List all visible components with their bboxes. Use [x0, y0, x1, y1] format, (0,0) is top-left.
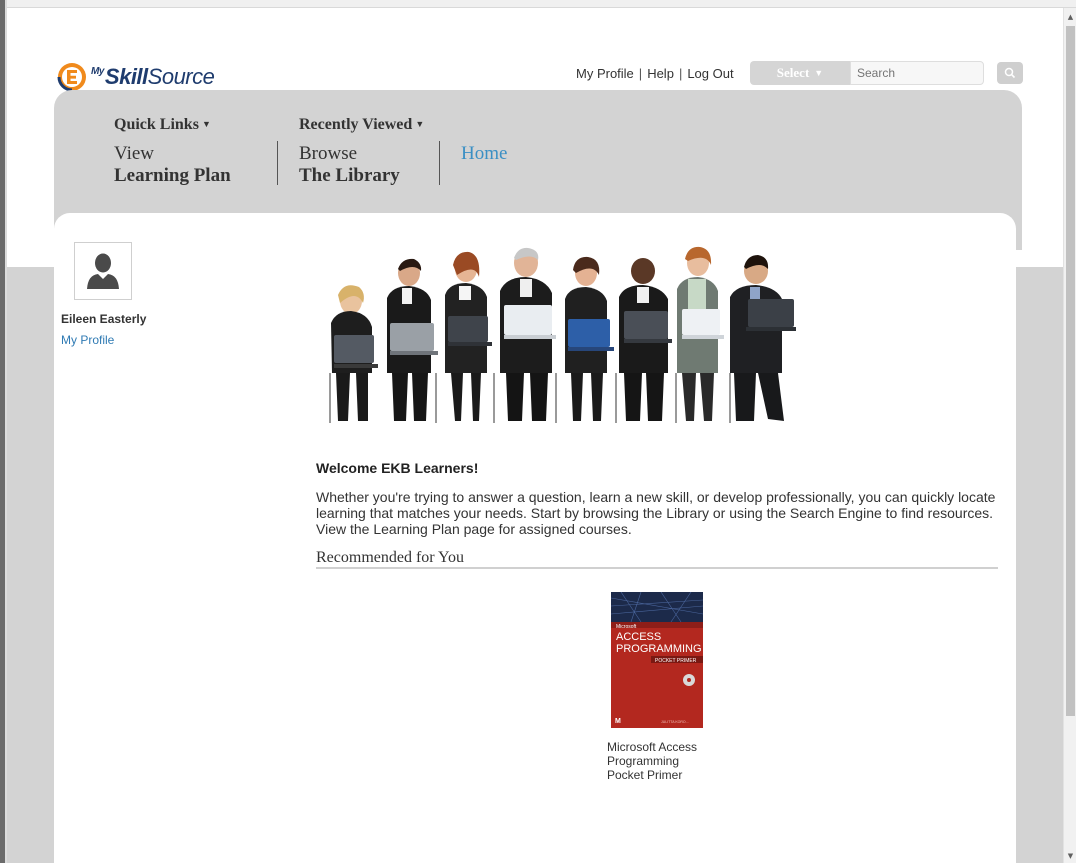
nav-view-learning-plan[interactable]: View Learning Plan	[114, 143, 231, 187]
caret-down-icon: ▼	[415, 119, 425, 129]
user-silhouette-icon	[87, 253, 119, 289]
book-cover[interactable]: Microsoft ACCESS PROGRAMMING POCKET PRIM…	[611, 592, 703, 728]
search-icon	[1004, 67, 1016, 79]
hero-people-illustration	[329, 246, 796, 423]
quick-links-label: Quick Links	[114, 116, 199, 133]
nav-divider	[277, 141, 278, 185]
content-card: Eileen Easterly My Profile Welcome EKB L…	[54, 213, 1016, 863]
nav-home[interactable]: Home	[461, 143, 507, 165]
search-input[interactable]	[850, 61, 984, 85]
recommended-divider	[316, 567, 998, 569]
quick-links-dropdown[interactable]: Quick Links ▼	[114, 116, 211, 134]
welcome-heading: Welcome EKB Learners!	[316, 460, 479, 476]
nav-item-line1: Browse	[299, 143, 358, 164]
utility-links: My Profile | Help | Log Out	[576, 66, 734, 81]
link-separator: |	[678, 66, 683, 81]
logo-my-text: My	[91, 66, 104, 77]
book-cover-author: JULITTA KORO...	[661, 720, 689, 724]
nav-browse-library[interactable]: Browse The Library	[299, 143, 400, 187]
logo-source-text: Source	[147, 64, 215, 89]
vertical-scrollbar[interactable]: ▲ ▼	[1063, 8, 1076, 863]
scroll-down-arrow-icon[interactable]: ▼	[1066, 851, 1075, 861]
welcome-paragraph: Whether you're trying to answer a questi…	[316, 489, 996, 537]
nav-item-line1: View	[114, 143, 155, 164]
log-out-link[interactable]: Log Out	[687, 66, 733, 81]
book-cover-line1: ACCESS	[616, 631, 661, 643]
hero-image	[329, 246, 796, 423]
browser-top-edge	[0, 0, 1076, 8]
logo-wordmark: MySkillSource	[91, 64, 215, 90]
search-scope-select[interactable]: Select ▼	[750, 61, 850, 85]
help-link[interactable]: Help	[647, 66, 674, 81]
user-profile-link[interactable]: My Profile	[61, 333, 114, 347]
book-cover-art: Microsoft ACCESS PROGRAMMING POCKET PRIM…	[611, 592, 703, 728]
my-profile-link[interactable]: My Profile	[576, 66, 634, 81]
nav-item-line2: The Library	[299, 165, 400, 186]
recently-viewed-label: Recently Viewed	[299, 116, 413, 133]
recommended-heading: Recommended for You	[316, 549, 464, 566]
user-name: Eileen Easterly	[61, 312, 147, 326]
book-cover-brand: Microsoft	[616, 624, 637, 630]
logo-mark-icon	[57, 63, 86, 92]
scroll-thumb[interactable]	[1066, 26, 1075, 716]
link-separator: |	[638, 66, 643, 81]
book-cover-line3: POCKET PRIMER	[655, 658, 697, 664]
book-cover-line2: PROGRAMMING	[616, 643, 702, 655]
caret-down-icon: ▼	[201, 119, 211, 129]
book-title-link[interactable]: Microsoft Access Programming Pocket Prim…	[607, 740, 717, 782]
site-logo[interactable]: MySkillSource	[57, 60, 215, 94]
nav-item-line2: Learning Plan	[114, 165, 231, 186]
search-scope-label: Select	[776, 65, 810, 80]
scroll-up-arrow-icon[interactable]: ▲	[1066, 12, 1075, 22]
user-avatar[interactable]	[74, 242, 132, 300]
page: MySkillSource My Profile | Help | Log Ou…	[13, 8, 1063, 863]
svg-text:M: M	[615, 718, 621, 725]
window-left-edge	[0, 0, 7, 863]
logo-skill-text: Skill	[104, 64, 148, 89]
nav-divider	[439, 141, 440, 185]
recently-viewed-dropdown[interactable]: Recently Viewed ▼	[299, 116, 424, 134]
chevron-down-icon: ▼	[814, 68, 824, 78]
search-button[interactable]	[997, 62, 1023, 84]
